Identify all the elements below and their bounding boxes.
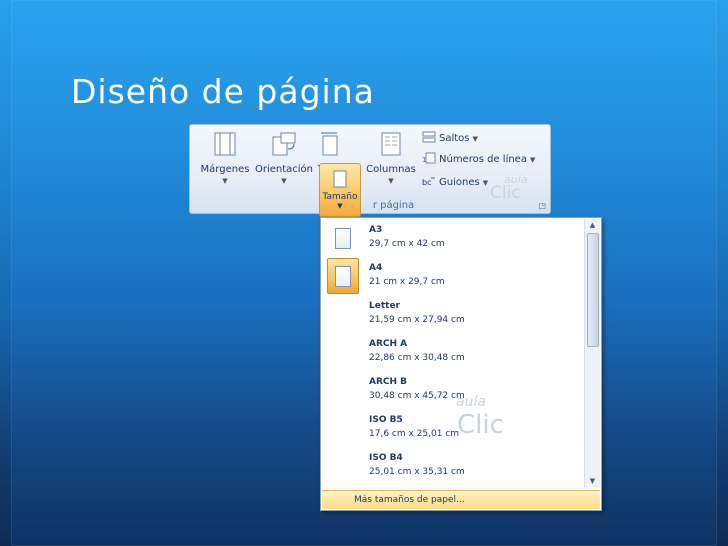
breaks-button[interactable]: Saltos ▼ <box>422 131 478 146</box>
chevron-down-icon: ▼ <box>472 134 478 143</box>
scroll-up-icon[interactable]: ▲ <box>585 219 600 231</box>
orientation-button[interactable]: Orientación ▼ <box>252 131 316 185</box>
list-item[interactable]: A3 29,7 cm x 42 cm <box>321 220 583 258</box>
orientation-icon <box>252 131 316 160</box>
item-name: ISO B5 <box>369 415 403 425</box>
hyphenation-label: Guiones <box>439 177 480 188</box>
item-dims: 25,01 cm x 35,31 cm <box>369 467 465 477</box>
list-item[interactable]: Letter 21,59 cm x 27,94 cm <box>321 296 583 334</box>
line-numbers-label: Números de línea <box>439 154 527 165</box>
margins-label: Márgenes <box>200 164 250 175</box>
item-dims: 29,7 cm x 42 cm <box>369 239 445 249</box>
list-item[interactable]: ARCH A 22,86 cm x 30,48 cm <box>321 334 583 372</box>
hyphenation-icon: bc <box>422 175 436 190</box>
columns-label: Columnas <box>366 164 416 175</box>
page-icon <box>335 266 351 287</box>
more-paper-sizes-button[interactable]: Más tamaños de papel... <box>322 490 600 509</box>
breaks-label: Saltos <box>439 133 470 144</box>
line-numbers-icon: 1 <box>422 152 436 167</box>
slide-title: Diseño de página <box>71 72 375 111</box>
chevron-down-icon: ▼ <box>388 177 394 185</box>
chevron-down-icon: ▼ <box>482 178 489 187</box>
group-label: Cr página <box>190 200 550 211</box>
columns-icon <box>364 131 418 160</box>
page-size-icon <box>318 131 338 160</box>
watermark-aula: aula <box>456 394 486 410</box>
item-dims: 21,59 cm x 27,94 cm <box>369 315 465 325</box>
item-name: ARCH A <box>369 339 408 349</box>
scrollbar-thumb[interactable] <box>587 233 599 347</box>
watermark-clic: Clic <box>457 410 504 440</box>
ribbon-page-setup-group: Márgenes ▼ Orientación ▼ T Columnas ▼ Sa… <box>189 124 551 217</box>
line-numbers-button[interactable]: 1 Números de línea ▼ <box>422 152 535 167</box>
group-label-right: r página <box>372 200 415 211</box>
orientation-label: Orientación <box>254 164 314 175</box>
list-item[interactable]: A4 21 cm x 29,7 cm <box>321 258 583 296</box>
page-size-icon <box>320 169 360 192</box>
scrollbar[interactable]: ▲ ▼ <box>584 219 600 487</box>
chevron-down-icon: ▼ <box>281 177 287 185</box>
item-name: A3 <box>369 225 383 235</box>
page-icon <box>335 228 351 249</box>
paper-size-dropdown: A3 29,7 cm x 42 cm A4 21 cm x 29,7 cm Le… <box>320 217 602 511</box>
svg-text:bc: bc <box>422 178 431 187</box>
item-dims: 17,6 cm x 25,01 cm <box>369 429 460 439</box>
size-button-pressed[interactable]: Tamaño ▼ <box>319 163 361 217</box>
list-item[interactable]: ISO B5 17,6 cm x 25,01 cm <box>321 410 583 448</box>
item-name: A4 <box>369 263 383 273</box>
scroll-down-icon[interactable]: ▼ <box>585 475 600 487</box>
svg-text:1: 1 <box>422 156 426 164</box>
list-item[interactable]: ISO B4 25,01 cm x 35,31 cm <box>321 448 583 486</box>
item-dims: 21 cm x 29,7 cm <box>369 277 445 287</box>
item-name: ISO B4 <box>369 453 403 463</box>
margins-button[interactable]: Márgenes ▼ <box>196 131 254 185</box>
hyphenation-button[interactable]: bc Guiones ▼ <box>422 175 488 190</box>
paper-size-list: A3 29,7 cm x 42 cm A4 21 cm x 29,7 cm Le… <box>321 218 583 488</box>
chevron-down-icon: ▼ <box>529 155 536 164</box>
breaks-icon <box>422 131 436 146</box>
columns-button[interactable]: Columnas ▼ <box>364 131 418 185</box>
item-name: ARCH B <box>369 377 408 387</box>
item-dims: 22,86 cm x 30,48 cm <box>369 353 465 363</box>
list-item[interactable]: ARCH B 30,48 cm x 45,72 cm <box>321 372 583 410</box>
item-dims: 30,48 cm x 45,72 cm <box>369 391 465 401</box>
dialog-launcher-icon[interactable]: ◳ <box>538 201 546 210</box>
item-name: Letter <box>369 301 400 311</box>
chevron-down-icon: ▼ <box>337 202 343 210</box>
size-label: Tamaño <box>322 192 358 202</box>
margins-icon <box>196 131 254 160</box>
chevron-down-icon: ▼ <box>222 177 228 185</box>
